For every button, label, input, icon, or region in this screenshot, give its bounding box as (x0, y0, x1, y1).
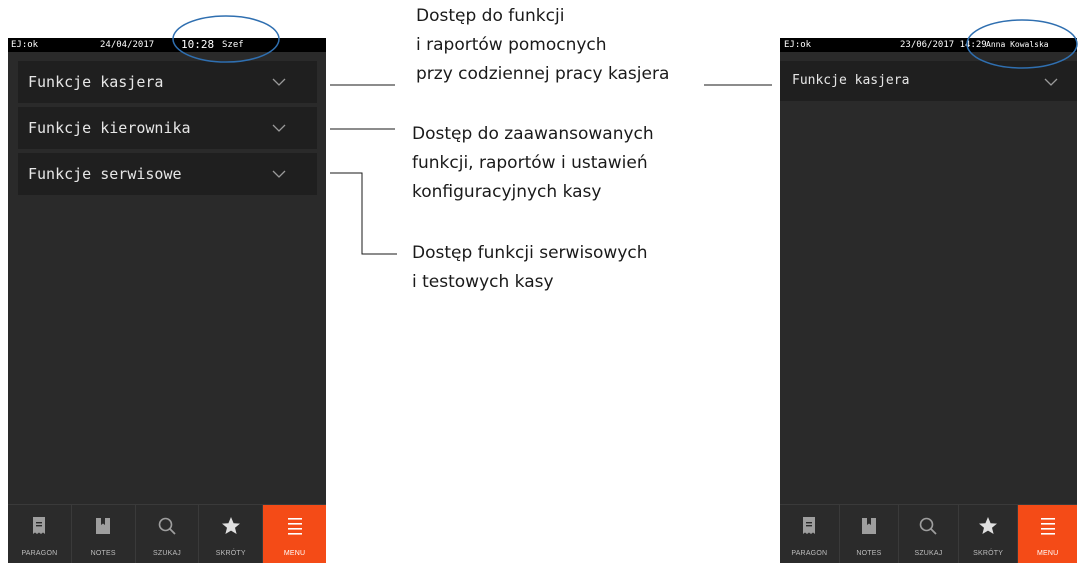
connector-service (330, 172, 397, 255)
highlight-ring-left (172, 15, 280, 63)
highlight-ring-right (966, 19, 1078, 69)
annotation-overlay (172, 15, 1078, 255)
